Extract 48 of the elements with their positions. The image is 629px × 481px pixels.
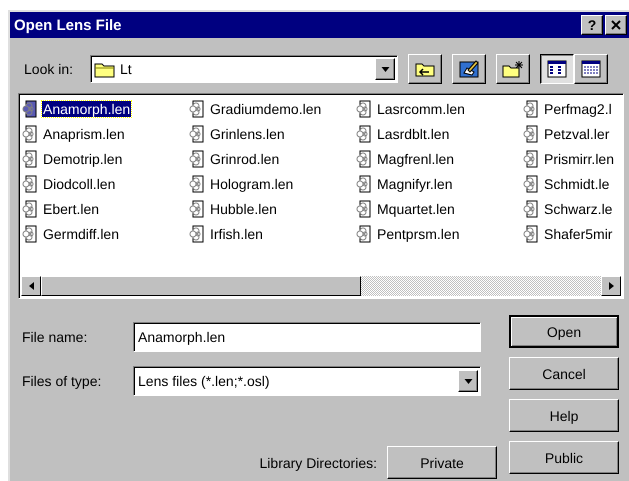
file-item[interactable]: Magnifyr.len	[356, 173, 454, 195]
file-item[interactable]: Pentprsm.len	[356, 223, 460, 245]
file-item[interactable]: Hologram.len	[189, 173, 294, 195]
scroll-left-icon	[28, 282, 34, 290]
file-item[interactable]: Schwarz.le	[523, 198, 614, 220]
file-item[interactable]: Mquartet.len	[356, 198, 456, 220]
public-button[interactable]: Public	[509, 441, 619, 474]
library-directories-label: Library Directories:	[260, 454, 377, 470]
file-type-label: Files of type:	[22, 373, 102, 389]
file-item[interactable]: Lasrdblt.len	[356, 123, 450, 145]
close-icon	[611, 20, 621, 30]
folder-up-icon	[415, 61, 435, 77]
dialog-button[interactable]: Cancel	[509, 357, 619, 390]
close-button[interactable]	[605, 15, 627, 35]
dialog-button[interactable]: Help	[509, 399, 619, 432]
file-item[interactable]: Diodcoll.len	[22, 173, 116, 195]
file-name-field[interactable]: Anamorph.len	[133, 322, 481, 352]
look-in-dropdown[interactable]: Lt	[90, 55, 398, 83]
dialog-button[interactable]: Open	[509, 315, 619, 348]
list-view-icon	[547, 60, 567, 78]
file-item[interactable]: Demotrip.len	[22, 148, 124, 170]
file-item[interactable]: Petzval.ler	[523, 123, 610, 145]
file-item[interactable]: Shafer5mir	[523, 223, 614, 245]
look-in-label: Look in:	[24, 61, 74, 77]
file-item[interactable]: Magfrenl.len	[356, 148, 456, 170]
file-item[interactable]: Gradiumdemo.len	[189, 98, 322, 120]
new-folder-icon	[502, 60, 524, 78]
horizontal-scrollbar[interactable]	[21, 276, 621, 296]
private-button[interactable]: Private	[387, 446, 497, 479]
file-item[interactable]: Grinrod.len	[189, 148, 280, 170]
file-item[interactable]: Grinlens.len	[189, 123, 286, 145]
toolbar-button[interactable]	[540, 54, 574, 84]
file-item[interactable]: Prismirr.len	[523, 148, 616, 170]
file-item[interactable]: Schmidt.le	[523, 173, 610, 195]
file-item[interactable]: Germdiff.len	[22, 223, 120, 245]
file-item[interactable]: Lasrcomm.len	[356, 98, 466, 120]
details-view-icon	[581, 60, 601, 78]
help-button[interactable]: ?	[581, 15, 603, 35]
file-item[interactable]: Irfish.len	[189, 223, 264, 245]
scroll-right-icon	[608, 282, 614, 290]
file-item[interactable]: Ebert.len	[22, 198, 100, 220]
file-item[interactable]: Perfmag2.l	[523, 98, 613, 120]
file-type-dropdown[interactable]: Lens files (*.len;*.osl)	[133, 366, 481, 396]
file-name-label: File name:	[22, 329, 88, 345]
file-item[interactable]: Anaprism.len	[22, 123, 126, 145]
window-title: Open Lens File	[14, 16, 122, 34]
pencil-icon	[459, 60, 479, 78]
file-item[interactable]: Hubble.len	[189, 198, 278, 220]
